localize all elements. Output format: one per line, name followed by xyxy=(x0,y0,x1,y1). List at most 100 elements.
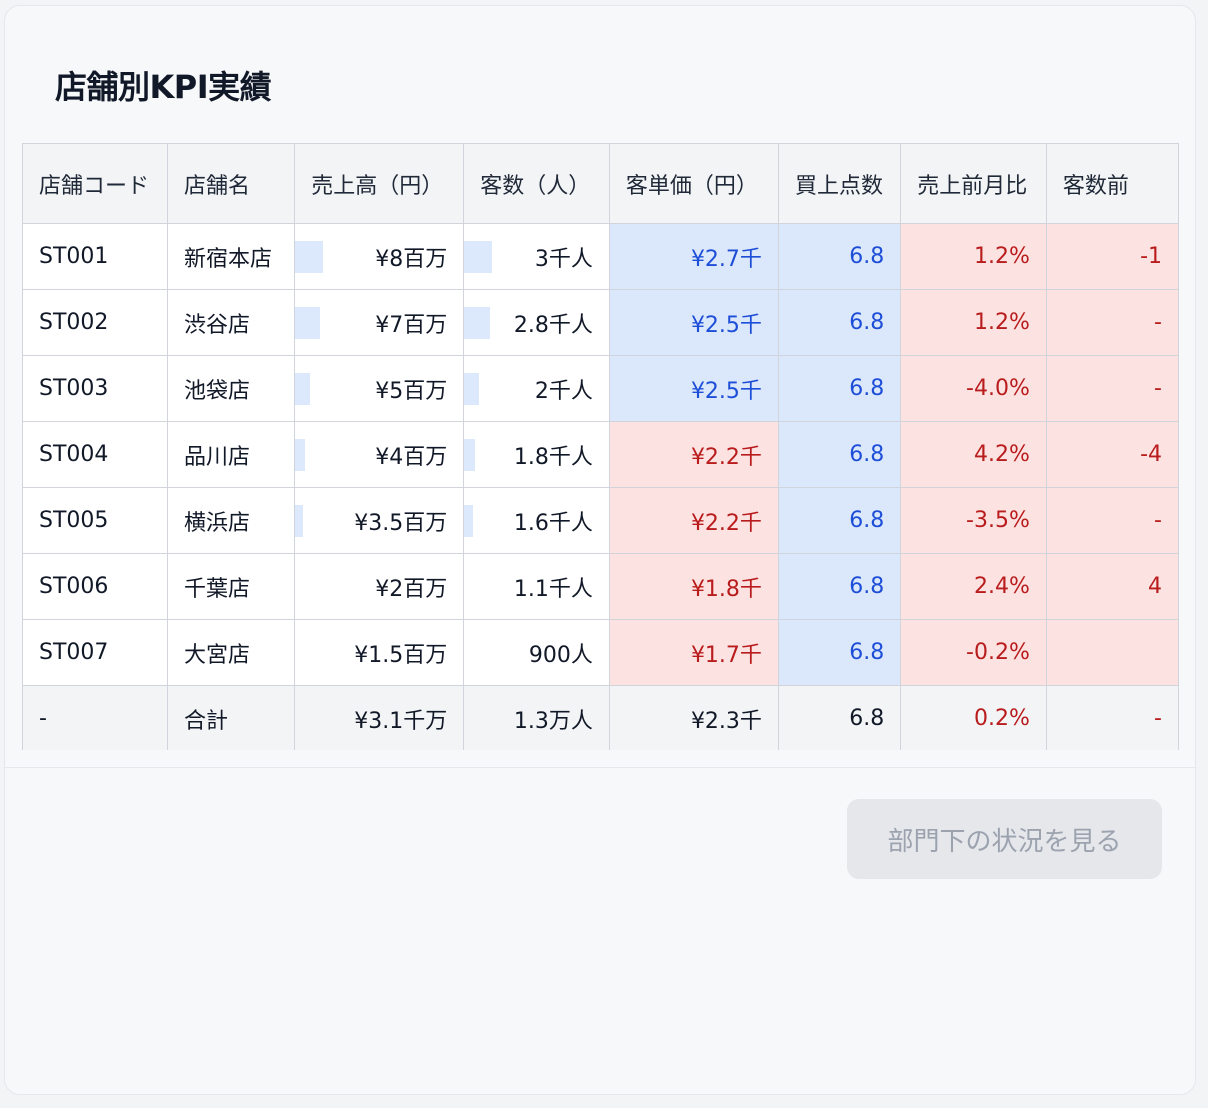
customers-mom-cell-text: -1 xyxy=(1140,244,1162,269)
items-cell: 6.8 xyxy=(777,355,902,422)
avg-price-cell: ¥2.2千 xyxy=(608,487,779,554)
avg-price-cell-text: ¥1.8千 xyxy=(690,576,762,602)
items-cell-text: 6.8 xyxy=(849,508,885,533)
store-code-cell-text: ST001 xyxy=(39,244,109,269)
customers-mom-cell: -1 xyxy=(1045,223,1179,290)
sales-mom-cell-text: 0.2% xyxy=(973,706,1030,731)
items-cell-text: 6.8 xyxy=(849,574,885,599)
sales-cell-text: ¥1.5百万 xyxy=(354,642,448,668)
avg-price-cell-text: ¥1.7千 xyxy=(690,642,762,668)
items-cell: 6.8 xyxy=(777,487,902,554)
sales-cell: ¥8百万 xyxy=(294,223,465,290)
customers-cell-text: 3千人 xyxy=(534,246,593,272)
column-header[interactable]: 客数前 xyxy=(1045,143,1179,224)
items-cell-text: 6.8 xyxy=(849,640,885,665)
value-bar xyxy=(464,373,480,405)
customers-mom-cell: 4 xyxy=(1045,553,1179,620)
items-cell-text: 6.8 xyxy=(849,706,885,731)
store-code-cell: - xyxy=(22,685,168,750)
store-code-cell: ST006 xyxy=(22,553,168,620)
table-row[interactable]: ST004 品川店 ¥4百万 1.8千人 ¥2.2千 6.8 4.2% -4 xyxy=(22,421,1179,488)
store-code-cell-text: ST006 xyxy=(39,574,109,599)
sales-mom-cell: 0.2% xyxy=(900,685,1047,750)
sales-mom-cell: 1.2% xyxy=(900,223,1047,290)
view-department-button[interactable]: 部門下の状況を見る xyxy=(847,799,1162,879)
store-code-cell-text: ST004 xyxy=(39,442,109,467)
store-name-cell: 横浜店 xyxy=(166,487,296,554)
table-row[interactable]: ST003 池袋店 ¥5百万 2千人 ¥2.5千 6.8 -4.0% - xyxy=(22,355,1179,422)
column-header[interactable]: 店舗名 xyxy=(166,143,296,224)
value-bar xyxy=(464,241,493,273)
column-header[interactable]: 客単価（円） xyxy=(608,143,779,224)
customers-mom-cell-text: - xyxy=(1154,508,1162,533)
sales-cell: ¥2百万 xyxy=(294,553,465,620)
value-bar xyxy=(464,439,476,471)
store-name-cell-text: 品川店 xyxy=(183,444,250,470)
store-code-cell: ST005 xyxy=(22,487,168,554)
sales-cell: ¥3.5百万 xyxy=(294,487,465,554)
store-code-cell-text: ST007 xyxy=(39,640,109,665)
sales-cell: ¥5百万 xyxy=(294,355,465,422)
table-scroll-area[interactable]: 店舗コード 店舗名 売上高（円） 客数（人） 客単価（円） 買上点数 売上前月比 客数前 ST… xyxy=(22,143,1179,750)
customers-mom-cell: - xyxy=(1045,685,1179,750)
table-row[interactable]: ST001 新宿本店 ¥8百万 3千人 ¥2.7千 6.8 1.2% -1 xyxy=(22,223,1179,290)
table-row[interactable]: ST006 千葉店 ¥2百万 1.1千人 ¥1.8千 6.8 2.4% 4 xyxy=(22,553,1179,620)
customers-cell: 1.3万人 xyxy=(463,685,610,750)
column-header[interactable]: 客数（人） xyxy=(463,143,610,224)
table-row[interactable]: ST007 大宮店 ¥1.5百万 900人 ¥1.7千 6.8 -0.2% xyxy=(22,619,1179,686)
kpi-card: 店舗別KPI実績 店舗コード 店舗名 売上高（円） 客数（人） 客単価（円） 買上点数 売上… xyxy=(4,5,1196,1095)
customers-cell: 900人 xyxy=(463,619,610,686)
avg-price-cell: ¥2.2千 xyxy=(608,421,779,488)
sales-mom-cell-text: 4.2% xyxy=(973,442,1030,467)
column-header[interactable]: 買上点数 xyxy=(777,143,902,224)
sales-mom-cell: 4.2% xyxy=(900,421,1047,488)
store-code-cell: ST004 xyxy=(22,421,168,488)
column-header[interactable]: 売上高（円） xyxy=(294,143,465,224)
items-cell: 6.8 xyxy=(777,223,902,290)
customers-cell: 2.8千人 xyxy=(463,289,610,356)
store-name-cell: 千葉店 xyxy=(166,553,296,620)
sales-mom-cell-text: -0.2% xyxy=(966,640,1030,665)
store-name-cell: 渋谷店 xyxy=(166,289,296,356)
items-cell-text: 6.8 xyxy=(849,376,885,401)
kpi-table: 店舗コード 店舗名 売上高（円） 客数（人） 客単価（円） 買上点数 売上前月比 客数前 ST… xyxy=(22,143,1179,750)
footer-divider xyxy=(5,767,1195,768)
table-row[interactable]: ST005 横浜店 ¥3.5百万 1.6千人 ¥2.2千 6.8 -3.5% - xyxy=(22,487,1179,554)
store-code-cell: ST001 xyxy=(22,223,168,290)
customers-cell-text: 2千人 xyxy=(534,378,593,404)
sales-cell: ¥3.1千万 xyxy=(294,685,465,750)
value-bar xyxy=(464,505,474,537)
value-bar xyxy=(464,307,490,339)
items-cell: 6.8 xyxy=(777,685,902,750)
customers-mom-cell-text: -4 xyxy=(1140,442,1162,467)
store-name-cell: 新宿本店 xyxy=(166,223,296,290)
sales-mom-cell: -4.0% xyxy=(900,355,1047,422)
customers-mom-cell-text: - xyxy=(1154,706,1162,731)
sales-mom-cell: -0.2% xyxy=(900,619,1047,686)
store-code-cell: ST002 xyxy=(22,289,168,356)
sales-cell-text: ¥3.5百万 xyxy=(354,510,448,536)
items-cell: 6.8 xyxy=(777,289,902,356)
sales-mom-cell: 1.2% xyxy=(900,289,1047,356)
store-code-cell-text: ST002 xyxy=(39,310,109,335)
avg-price-cell: ¥2.5千 xyxy=(608,289,779,356)
sales-cell-text: ¥3.1千万 xyxy=(354,708,448,734)
customers-mom-cell: - xyxy=(1045,355,1179,422)
sales-cell-text: ¥2百万 xyxy=(375,576,448,602)
sales-cell-text: ¥7百万 xyxy=(375,312,448,338)
customers-cell-text: 1.6千人 xyxy=(513,510,593,536)
avg-price-cell-text: ¥2.7千 xyxy=(690,246,762,272)
value-bar xyxy=(295,373,310,405)
customers-cell-text: 1.3万人 xyxy=(513,708,593,734)
table-row[interactable]: ST002 渋谷店 ¥7百万 2.8千人 ¥2.5千 6.8 1.2% - xyxy=(22,289,1179,356)
column-header[interactable]: 店舗コード xyxy=(22,143,168,224)
store-name-cell-text: 池袋店 xyxy=(183,378,250,404)
items-cell-text: 6.8 xyxy=(849,244,885,269)
customers-cell-text: 1.1千人 xyxy=(513,576,593,602)
sales-mom-cell-text: -3.5% xyxy=(966,508,1030,533)
column-header[interactable]: 売上前月比 xyxy=(900,143,1047,224)
avg-price-cell: ¥2.5千 xyxy=(608,355,779,422)
customers-cell: 3千人 xyxy=(463,223,610,290)
items-cell-text: 6.8 xyxy=(849,310,885,335)
avg-price-cell-text: ¥2.2千 xyxy=(690,510,762,536)
